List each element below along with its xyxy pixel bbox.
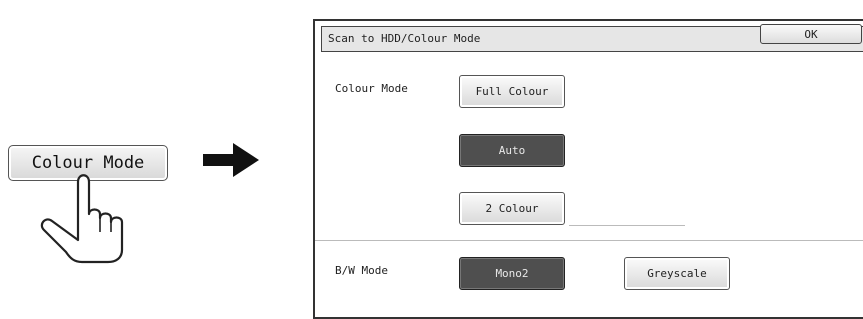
full-colour-button-label: Full Colour bbox=[475, 85, 549, 98]
greyscale-button-label: Greyscale bbox=[647, 267, 707, 280]
section-divider bbox=[315, 240, 863, 241]
bw-mode-label: B/W Mode bbox=[335, 264, 388, 277]
auto-button[interactable]: Auto bbox=[459, 134, 565, 167]
ok-button[interactable]: OK bbox=[760, 24, 862, 44]
scan-colour-mode-screen: Scan to HDD/Colour Mode Colour Mode Full… bbox=[313, 19, 863, 319]
right-arrow-icon bbox=[203, 143, 259, 177]
two-colour-underline bbox=[569, 225, 685, 226]
mono2-button[interactable]: Mono2 bbox=[459, 257, 565, 290]
two-colour-button[interactable]: 2 Colour bbox=[459, 192, 565, 225]
pointing-hand-icon bbox=[40, 174, 124, 264]
mono2-button-label: Mono2 bbox=[495, 267, 529, 280]
greyscale-button[interactable]: Greyscale bbox=[624, 257, 730, 290]
two-colour-button-label: 2 Colour bbox=[485, 202, 539, 215]
colour-mode-label: Colour Mode bbox=[335, 82, 408, 95]
auto-button-label: Auto bbox=[498, 144, 526, 157]
ok-button-label: OK bbox=[804, 27, 818, 41]
full-colour-button[interactable]: Full Colour bbox=[459, 75, 565, 108]
